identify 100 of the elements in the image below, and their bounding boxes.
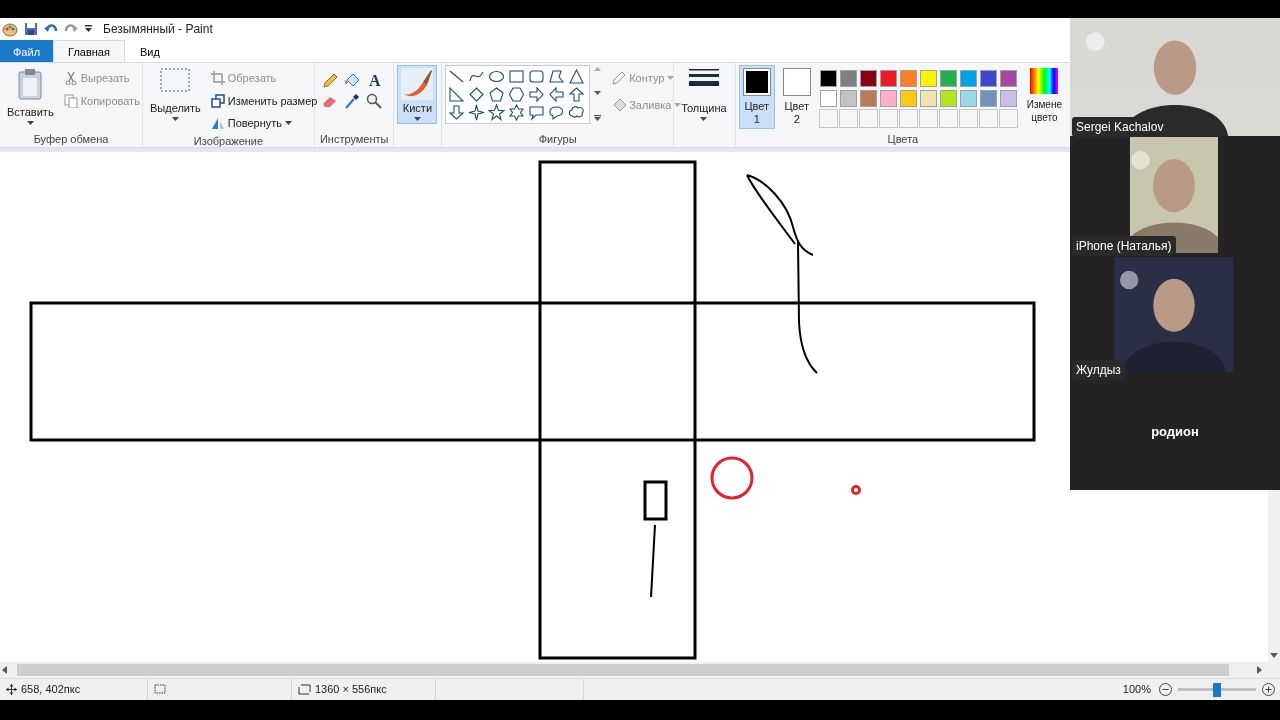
rounded-rectangle-icon[interactable] — [528, 68, 546, 85]
caret-icon[interactable] — [285, 121, 293, 126]
four-point-star-icon[interactable] — [468, 104, 486, 121]
save-icon[interactable] — [24, 22, 38, 36]
triangle-icon[interactable] — [568, 68, 586, 85]
group-label: Изображение — [192, 133, 265, 147]
up-arrow-icon[interactable] — [568, 86, 586, 103]
oval-icon[interactable] — [488, 68, 506, 85]
text-tool-button[interactable]: A — [366, 73, 388, 89]
selection-size-icon — [154, 684, 167, 695]
color-swatch[interactable] — [979, 70, 997, 87]
left-arrow-icon[interactable] — [2, 666, 7, 674]
group-label: Буфер обмена — [32, 132, 110, 147]
group-label: Фигуры — [537, 132, 578, 147]
horizontal-scrollbar[interactable] — [0, 662, 1280, 678]
color-swatch[interactable] — [819, 90, 837, 107]
caret-icon[interactable] — [700, 116, 708, 121]
cursor-position: 658, 402пкс — [21, 682, 81, 698]
color-swatch[interactable] — [999, 90, 1017, 107]
canvas-size: 1360 × 556пкс — [315, 682, 387, 698]
caret-icon[interactable] — [413, 116, 421, 121]
brush-icon — [401, 68, 434, 100]
expand-icon[interactable] — [594, 115, 602, 121]
window-title: Безымянный - Paint — [103, 21, 213, 38]
ribbon-button[interactable]: Повернуть — [208, 114, 320, 133]
color-swatch[interactable] — [879, 70, 897, 87]
color-swatch[interactable] — [959, 70, 977, 87]
color-swatch[interactable] — [859, 90, 877, 107]
caret-icon[interactable] — [26, 120, 34, 125]
pencil-icon[interactable] — [322, 73, 338, 89]
color-swatch[interactable] — [919, 90, 937, 107]
color-swatch[interactable] — [939, 70, 957, 87]
magnifier-icon[interactable] — [366, 93, 382, 109]
color-swatch[interactable] — [839, 90, 857, 107]
color-spectrum-icon — [1030, 68, 1059, 94]
color-slot-button[interactable]: Цвет 1 — [738, 65, 775, 129]
color-swatch[interactable] — [839, 70, 857, 87]
outline-icon — [611, 71, 627, 86]
color-swatch[interactable] — [919, 70, 937, 87]
color-swatch[interactable] — [939, 90, 957, 107]
color-swatch[interactable] — [819, 70, 837, 87]
dot-mark — [851, 485, 861, 495]
zoom-level: 100% — [1122, 682, 1151, 698]
color-swatch[interactable] — [899, 70, 917, 87]
color-swatch[interactable] — [979, 90, 997, 107]
down-arrow-icon[interactable] — [1270, 653, 1278, 658]
crop-icon — [210, 71, 225, 86]
rotate-icon — [210, 116, 225, 131]
polygon-icon[interactable] — [548, 68, 566, 85]
color-picker-icon[interactable] — [344, 93, 360, 109]
file-menu-button[interactable]: Файл — [0, 40, 54, 62]
pentagon-icon[interactable] — [488, 86, 506, 103]
fill-bucket-icon[interactable] — [344, 73, 360, 89]
participant-name: iPhone (Наталья) — [1072, 236, 1176, 256]
brushes-button[interactable]: Кисти — [397, 65, 438, 124]
right-arrow-icon[interactable] — [1257, 666, 1262, 674]
left-arrow-icon[interactable] — [548, 86, 566, 103]
ribbon-tab[interactable]: Главная — [53, 40, 125, 62]
scroll-thumb[interactable] — [17, 664, 1229, 676]
right-triangle-icon[interactable] — [448, 86, 466, 103]
star-icon[interactable] — [488, 104, 506, 121]
zoom-in-icon[interactable] — [1262, 683, 1275, 696]
color-swatch[interactable] — [899, 90, 917, 107]
group-label: Цвета — [886, 132, 920, 147]
cloud-callout-icon[interactable] — [568, 104, 586, 121]
dropdown-icon[interactable] — [84, 25, 93, 33]
resize-icon — [210, 93, 225, 108]
selection-icon — [160, 68, 191, 92]
ribbon-tab[interactable]: Вид — [124, 40, 175, 62]
group-label: Инструменты — [318, 132, 390, 147]
move-cursor-icon — [6, 684, 17, 695]
color-swatch[interactable] — [959, 90, 977, 107]
copy-icon — [63, 93, 78, 108]
caret-icon[interactable] — [171, 116, 179, 121]
edit-colors-button[interactable]: Измене цвето — [1021, 65, 1067, 127]
select-button[interactable]: Выделить — [146, 65, 205, 124]
clipboard-icon — [17, 68, 44, 100]
ribbon-button[interactable]: Изменить размер — [208, 91, 320, 110]
hexagon-icon[interactable] — [508, 86, 526, 103]
down-arrow-icon[interactable] — [448, 104, 466, 121]
six-point-star-icon[interactable] — [508, 104, 526, 121]
zoom-out-icon[interactable] — [1159, 683, 1172, 696]
canvas-size-icon — [298, 684, 311, 695]
color-swatch[interactable] — [879, 90, 897, 107]
caret-icon — [674, 102, 682, 107]
paste-button[interactable]: Вставить — [3, 65, 58, 128]
color-slot-button[interactable]: Цвет 2 — [778, 65, 815, 129]
color-swatch[interactable] — [859, 70, 877, 87]
speech-bubble-icon[interactable] — [528, 104, 546, 121]
line-icon[interactable] — [448, 68, 466, 85]
fill-icon — [611, 97, 627, 112]
oval-callout-icon[interactable] — [548, 104, 566, 121]
circle-outline — [710, 456, 754, 500]
scroll-down-icon[interactable] — [594, 91, 602, 95]
participant-name: родион — [1150, 423, 1200, 441]
color-swatch[interactable] — [999, 70, 1017, 87]
right-arrow-icon[interactable] — [528, 86, 546, 103]
diamond-icon[interactable] — [468, 86, 486, 103]
slider-thumb[interactable] — [1213, 682, 1221, 697]
caret-icon — [667, 76, 675, 81]
